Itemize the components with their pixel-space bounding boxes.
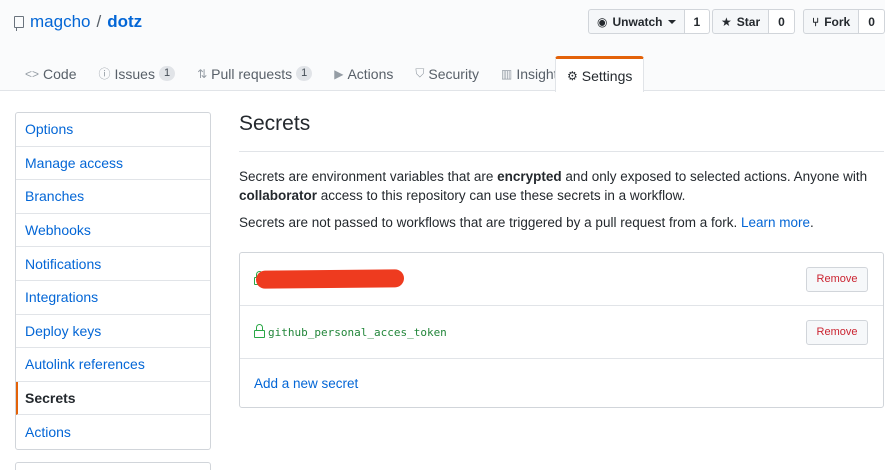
issues-counter: 1 xyxy=(158,66,176,81)
secret-row: Remove xyxy=(240,253,883,306)
tab-pull-requests[interactable]: ⇅ Pull requests 1 xyxy=(186,56,323,91)
repo-separator: / xyxy=(96,12,102,31)
tab-label: Actions xyxy=(347,65,394,82)
repo-header: magcho / dotz ◉ Unwatch 1 ★ Star 0 ⑂ For… xyxy=(0,0,885,92)
code-icon: <> xyxy=(25,66,40,81)
repo-forked-icon: ⑂ xyxy=(812,14,820,29)
redaction-mark xyxy=(255,269,405,289)
page-title: Secrets xyxy=(239,112,884,152)
tab-label: Security xyxy=(428,65,479,82)
settings-sidebar: Options Manage access Branches Webhooks … xyxy=(15,112,211,450)
desc-emphasis: collaborator xyxy=(239,188,318,203)
add-new-secret-link[interactable]: Add a new secret xyxy=(254,376,358,391)
secrets-list: Remove github_personal_acces_token Remov… xyxy=(239,252,884,408)
repo-title: magcho / dotz xyxy=(14,12,142,32)
sidebar-item-integrations[interactable]: Integrations xyxy=(16,281,210,315)
unwatch-button[interactable]: ◉ Unwatch xyxy=(588,9,685,34)
tab-security[interactable]: ⛉ Security xyxy=(404,56,490,91)
git-pull-request-icon: ⇅ xyxy=(197,66,208,81)
add-secret-row: Add a new secret xyxy=(240,359,883,407)
sidebar-item-autolink-references[interactable]: Autolink references xyxy=(16,348,210,382)
forks-count[interactable]: 0 xyxy=(859,9,885,34)
note-end: . xyxy=(810,215,814,230)
star-action: ★ Star 0 xyxy=(712,9,795,34)
desc-text: and only exposed to selected actions. An… xyxy=(561,169,868,184)
remove-secret-button[interactable]: Remove xyxy=(806,319,868,345)
fork-label: Fork xyxy=(824,14,851,29)
note-text: Secrets are not passed to workflows that… xyxy=(239,215,741,230)
tab-settings[interactable]: ⚙ Settings xyxy=(555,56,645,92)
repo-icon xyxy=(14,16,24,31)
fork-action: ⑂ Fork 0 xyxy=(803,9,885,34)
tab-label: Pull requests xyxy=(211,65,293,82)
gear-icon: ⚙ xyxy=(567,68,578,83)
secrets-panel: Secrets Secrets are environment variable… xyxy=(239,112,884,408)
tab-label: Code xyxy=(43,65,77,82)
tab-actions[interactable]: ▶ Actions xyxy=(323,56,404,91)
sidebar-item-actions[interactable]: Actions xyxy=(16,415,210,449)
watchers-count[interactable]: 1 xyxy=(684,9,711,34)
play-icon: ▶ xyxy=(334,66,344,81)
tab-issues[interactable]: ⓘ Issues 1 xyxy=(87,56,186,91)
star-button[interactable]: ★ Star xyxy=(712,9,770,34)
pull-requests-counter: 1 xyxy=(296,66,313,81)
sidebar-item-secrets[interactable]: Secrets xyxy=(16,381,210,416)
caret-down-icon xyxy=(667,19,676,24)
sidebar-item-branches[interactable]: Branches xyxy=(16,180,210,214)
star-icon: ★ xyxy=(721,14,732,29)
sidebar-item-deploy-keys[interactable]: Deploy keys xyxy=(16,315,210,349)
fork-note: Secrets are not passed to workflows that… xyxy=(239,213,884,232)
graph-icon: ▥ xyxy=(500,66,513,81)
repo-name-link[interactable]: dotz xyxy=(107,12,142,32)
tab-code[interactable]: <> Code xyxy=(14,56,87,91)
issue-opened-icon: ⓘ xyxy=(98,67,111,81)
unwatch-label: Unwatch xyxy=(612,14,663,29)
secret-row: github_personal_acces_token Remove xyxy=(240,306,883,359)
sidebar-item-options[interactable]: Options xyxy=(16,113,210,147)
desc-text: access to this repository can use these … xyxy=(317,188,686,203)
desc-text: Secrets are environment variables that a… xyxy=(239,169,498,184)
secondary-sidebar-box xyxy=(15,462,211,470)
star-label: Star xyxy=(736,14,761,29)
learn-more-link[interactable]: Learn more xyxy=(741,215,810,230)
repo-tabs: <> Code ⓘ Issues 1 ⇅ Pull requests 1 ▶ A… xyxy=(14,56,645,92)
secrets-description: Secrets are environment variables that a… xyxy=(239,167,884,205)
lock-icon xyxy=(254,324,265,338)
watch-action: ◉ Unwatch 1 xyxy=(588,9,711,34)
tab-label: Settings xyxy=(581,67,633,84)
remove-secret-button[interactable]: Remove xyxy=(806,266,868,292)
tab-label: Issues xyxy=(114,65,155,82)
repo-owner-link[interactable]: magcho xyxy=(30,12,90,32)
secret-name: github_personal_acces_token xyxy=(268,325,447,339)
sidebar-item-webhooks[interactable]: Webhooks xyxy=(16,214,210,248)
fork-button[interactable]: ⑂ Fork xyxy=(803,9,860,34)
shield-icon: ⛉ xyxy=(415,66,425,80)
sidebar-item-notifications[interactable]: Notifications xyxy=(16,247,210,281)
sidebar-item-manage-access[interactable]: Manage access xyxy=(16,147,210,181)
eye-icon: ◉ xyxy=(597,14,608,29)
stargazers-count[interactable]: 0 xyxy=(769,9,795,34)
desc-emphasis: encrypted xyxy=(497,169,562,184)
